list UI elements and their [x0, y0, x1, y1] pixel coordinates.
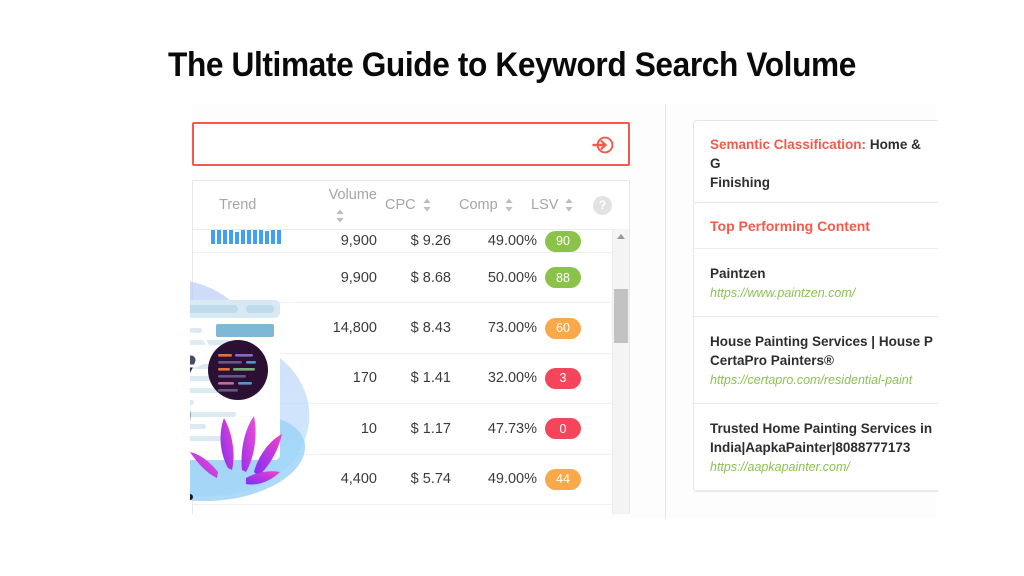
cell-comp: 47.73%	[487, 420, 537, 437]
cell-cpc: $ 1.17	[410, 420, 451, 437]
lsv-score-badge: 60	[545, 317, 581, 339]
content-item-url[interactable]: https://www.paintzen.com/	[710, 284, 932, 302]
table-scrollbar[interactable]	[612, 229, 629, 514]
help-icon-wrap[interactable]: ?	[593, 181, 612, 229]
cell-cpc: $ 1.41	[410, 370, 451, 387]
cell-comp: 50.00%	[487, 269, 537, 286]
column-header-cpc[interactable]: CPC	[385, 181, 433, 229]
content-item-title: House Painting Services | House P	[710, 334, 933, 349]
cell-comp: 49.00%	[487, 471, 537, 488]
scrollbar-thumb[interactable]	[614, 289, 628, 343]
hero-illustration	[190, 262, 330, 512]
content-item-title: Trusted Home Painting Services in	[710, 421, 933, 436]
cell-trend	[211, 230, 295, 252]
cell-lsv: 88	[545, 253, 581, 302]
sort-arrows-icon[interactable]	[335, 209, 346, 223]
lsv-score-badge: 90	[545, 230, 581, 252]
cell-comp: 32.00%	[487, 370, 537, 387]
content-list-item[interactable]: House Painting Services | House P CertaPr…	[694, 317, 938, 404]
trend-sparkline	[211, 230, 281, 244]
sort-arrows-icon[interactable]	[422, 198, 433, 212]
semantic-classification-card: Semantic Classification: Home & G Finish…	[693, 120, 938, 206]
column-header-comp[interactable]: Comp	[459, 181, 515, 229]
semantic-classification-label: Semantic Classification:	[710, 137, 867, 152]
sort-arrows-icon[interactable]	[564, 198, 575, 212]
column-header-volume[interactable]: Volume	[303, 181, 377, 229]
search-input[interactable]	[208, 124, 582, 166]
cell-lsv: 0	[545, 404, 581, 453]
cell-cpc: $ 5.74	[410, 471, 451, 488]
semantic-classification-text: Semantic Classification: Home & G Finish…	[710, 135, 932, 192]
cell-comp: 73.00%	[487, 320, 537, 337]
content-list-item[interactable]: Paintzen https://www.paintzen.com/	[694, 249, 938, 317]
lsv-score-badge: 44	[545, 468, 581, 490]
column-label-comp: Comp	[459, 197, 498, 213]
cell-comp: 49.00%	[487, 233, 537, 249]
content-item-title-line2: India|AapkaPainter|8088777173	[710, 440, 911, 455]
lsv-score-badge: 3	[545, 367, 581, 389]
semantic-classification-line2: Finishing	[710, 175, 770, 190]
cell-lsv: 90	[545, 230, 581, 252]
content-list-item[interactable]: Trusted Home Painting Services in India|A…	[694, 404, 938, 491]
cell-lsv: 60	[545, 303, 581, 352]
top-performing-content-card: Top Performing Content Paintzen https://w…	[693, 202, 938, 492]
panel-divider	[665, 104, 666, 518]
search-bar[interactable]	[192, 122, 630, 166]
top-performing-content-list: Paintzen https://www.paintzen.com/House P…	[694, 249, 938, 491]
column-label-volume: Volume	[328, 187, 377, 203]
sort-arrows-icon[interactable]	[504, 198, 515, 212]
column-label-trend: Trend	[219, 197, 257, 213]
cell-cpc: $ 8.43	[410, 320, 451, 337]
help-icon[interactable]: ?	[593, 195, 612, 215]
table-header-row: Trend Volume CPC Comp LSV ?	[193, 181, 629, 230]
column-header-trend[interactable]: Trend	[219, 181, 256, 229]
insights-panel: Semantic Classification: Home & G Finish…	[693, 104, 938, 518]
app-screenshot: Trend Volume CPC Comp LSV ? 9,900 $ 9.26…	[190, 104, 938, 518]
keyword-results-panel: Trend Volume CPC Comp LSV ? 9,900 $ 9.26…	[190, 104, 648, 518]
column-header-lsv[interactable]: LSV	[531, 181, 575, 229]
cell-cpc: $ 8.68	[410, 269, 451, 286]
top-performing-content-heading: Top Performing Content	[694, 203, 938, 249]
lsv-score-badge: 88	[545, 267, 581, 289]
arrow-enter-circle-icon[interactable]	[591, 133, 615, 157]
cell-volume: 9,900	[340, 233, 377, 249]
lsv-score-badge: 0	[545, 418, 581, 440]
content-item-title-line2: CertaPro Painters®	[710, 353, 834, 368]
content-item-title: Paintzen	[710, 266, 766, 281]
column-label-lsv: LSV	[531, 197, 559, 213]
page-title: The Ultimate Guide to Keyword Search Vol…	[168, 46, 856, 84]
content-item-url[interactable]: https://aapkapainter.com/	[710, 458, 932, 476]
table-row[interactable]: 9,900 $ 9.26 49.00% 90	[193, 230, 629, 253]
cell-cpc: $ 9.26	[410, 233, 451, 249]
cell-lsv: 44	[545, 455, 581, 504]
scroll-up-arrow-icon[interactable]	[617, 234, 625, 239]
content-item-url[interactable]: https://certapro.com/residential-paint	[710, 371, 932, 389]
cell-lsv: 3	[545, 354, 581, 403]
column-label-cpc: CPC	[385, 197, 416, 213]
